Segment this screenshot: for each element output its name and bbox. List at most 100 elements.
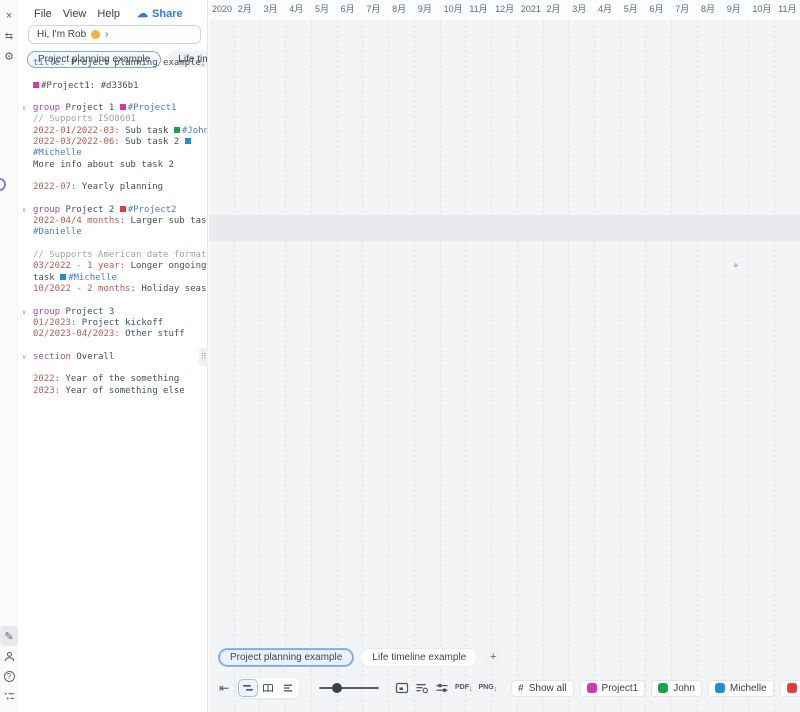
- code-line[interactable]: 10/2022 - 2 months: Holiday season: [18, 284, 199, 295]
- month-label: 8月: [389, 0, 415, 20]
- month-label: 11月: [466, 0, 492, 20]
- scroll-up-icon[interactable]: ▲: [200, 62, 206, 68]
- export-pdf-button[interactable]: PDF↓: [455, 684, 473, 693]
- month-label: 2020: [209, 0, 235, 20]
- code-line[interactable]: [18, 340, 199, 351]
- code-line[interactable]: 02/2023-04/2023: Other stuff: [18, 329, 199, 340]
- code-line[interactable]: 01/2023: Project kickoff: [18, 318, 199, 329]
- edit-pencil-icon[interactable]: ✎: [0, 626, 18, 646]
- legend-tag-project2[interactable]: Project2: [780, 680, 800, 697]
- zoom-slider[interactable]: [319, 682, 379, 694]
- code-line[interactable]: ∨group Project 2 #Project2: [18, 205, 199, 216]
- assistant-prompt-input[interactable]: Hi, I'm Rob ›: [28, 25, 201, 44]
- bottom-tab-1[interactable]: Life timeline example: [361, 649, 477, 666]
- month-label: 10月: [441, 0, 467, 20]
- month-column: [775, 20, 800, 712]
- goto-start-icon[interactable]: ⇤: [217, 681, 231, 695]
- export-png-button[interactable]: PNG↓: [479, 684, 498, 693]
- timeline-app: × ⇆ ⚙ ✎ ? File View Help ☁ Share: [0, 0, 800, 712]
- code-line[interactable]: ∨group Project 1 #Project1: [18, 103, 199, 114]
- person-icon[interactable]: [0, 646, 18, 666]
- code-line[interactable]: [18, 239, 199, 250]
- zoom-slider-thumb[interactable]: [332, 683, 342, 693]
- code-line[interactable]: 2023: Year of something else: [18, 386, 199, 397]
- tag-color-swatch: [60, 274, 66, 280]
- gear-icon[interactable]: ⚙: [0, 46, 18, 66]
- code-line[interactable]: More info about sub task 2: [18, 160, 199, 171]
- menu-help[interactable]: Help: [97, 8, 120, 20]
- legend-color-swatch: [715, 683, 725, 693]
- view-book-icon[interactable]: [259, 680, 277, 696]
- legend-tag-michelle[interactable]: Michelle: [708, 680, 774, 697]
- show-all-button[interactable]: # Show all: [511, 680, 573, 697]
- filter-settings-icon[interactable]: [415, 681, 429, 695]
- legend-tag-project1[interactable]: Project1: [580, 680, 646, 697]
- code-token: group: [33, 307, 60, 317]
- code-line[interactable]: #Project1: #d336b1: [18, 81, 199, 92]
- code-line[interactable]: #Michelle: [18, 148, 199, 159]
- adjust-sliders-icon[interactable]: [435, 681, 449, 695]
- code-line[interactable]: ∨ group Project 3: [18, 307, 199, 318]
- collapse-chevron-icon[interactable]: ∨: [22, 103, 26, 114]
- avatar[interactable]: [0, 178, 6, 191]
- code-line[interactable]: // Supports American date formats: [18, 250, 199, 261]
- code-line[interactable]: // Supports ISO8601: [18, 114, 199, 125]
- pane-resize-handle[interactable]: ⠿: [199, 348, 208, 366]
- add-event-hint[interactable]: +: [733, 261, 739, 272]
- code-line[interactable]: [18, 171, 199, 182]
- code-token: 10/2022 - 2 months:: [33, 284, 136, 294]
- code-token: #Project1: #d336b1: [41, 81, 139, 91]
- collapse-chevron-icon[interactable]: ∨: [22, 352, 26, 363]
- code-token: 03/2022 - 1 year:: [33, 261, 125, 271]
- code-line[interactable]: 2022-01/2022-03: Sub task #John: [18, 126, 199, 137]
- tag-color-swatch: [185, 138, 191, 144]
- code-line[interactable]: 2022-04/4 months: Larger sub task: [18, 216, 199, 227]
- bottom-tab-0[interactable]: Project planning example: [219, 649, 353, 666]
- month-label: 3月: [569, 0, 595, 20]
- code-line[interactable]: 03/2022 - 1 year: Longer ongoing: [18, 261, 199, 272]
- new-tab-button[interactable]: +: [485, 650, 501, 666]
- code-token: 01/2023:: [33, 318, 76, 328]
- code-line[interactable]: [18, 194, 199, 205]
- month-column: [646, 20, 672, 712]
- share-button[interactable]: ☁ Share: [137, 7, 183, 20]
- menu-view[interactable]: View: [63, 8, 87, 20]
- code-line[interactable]: 2022: Year of the something: [18, 374, 199, 385]
- outline-icon[interactable]: [0, 686, 18, 706]
- code-line[interactable]: task #Michelle: [18, 273, 199, 284]
- collapse-chevron-icon[interactable]: ∨: [22, 205, 26, 216]
- collapse-chevron-icon[interactable]: ∨: [22, 307, 26, 318]
- menu-file[interactable]: File: [34, 8, 52, 20]
- view-timeline-icon[interactable]: [239, 680, 257, 696]
- timeline-month-header: 20202月3月4月5月6月7月8月9月10月11月12月20212月3月4月5…: [209, 0, 800, 20]
- code-line[interactable]: ∨section Overall: [18, 352, 199, 363]
- legend-color-swatch: [587, 683, 597, 693]
- legend-label: John: [673, 683, 695, 694]
- code-token: task: [33, 273, 60, 283]
- code-line[interactable]: [18, 92, 199, 103]
- code-line[interactable]: [18, 363, 199, 374]
- month-column: [338, 20, 364, 712]
- legend-tag-john[interactable]: John: [651, 680, 702, 697]
- month-column: [749, 20, 775, 712]
- download-arrow-icon: ↓: [494, 686, 498, 693]
- code-editor[interactable]: title: Project planning example #Project1…: [18, 58, 199, 712]
- timeline-pane: 20202月3月4月5月6月7月8月9月10月11月12月20212月3月4月5…: [209, 0, 800, 712]
- left-rail: × ⇆ ⚙ ✎ ?: [0, 0, 18, 712]
- month-label: 11月: [775, 0, 800, 20]
- code-line[interactable]: [18, 295, 199, 306]
- month-column: [595, 20, 621, 712]
- undo-redo-icon[interactable]: ⇆: [0, 26, 18, 46]
- code-line[interactable]: [18, 69, 199, 80]
- close-icon[interactable]: ×: [0, 6, 18, 26]
- code-token: // Supports ISO8601: [33, 114, 136, 124]
- code-token: Project 3: [60, 307, 114, 317]
- code-line[interactable]: 2022-07: Yearly planning: [18, 182, 199, 193]
- help-icon[interactable]: ?: [0, 666, 18, 686]
- code-line[interactable]: 2022-03/2022-06: Sub task 2: [18, 137, 199, 148]
- code-token: #Michelle: [68, 273, 117, 283]
- view-list-icon[interactable]: [279, 680, 297, 696]
- code-line[interactable]: #Danielle: [18, 227, 199, 238]
- minimap-toggle-icon[interactable]: [395, 681, 409, 695]
- code-line[interactable]: title: Project planning example: [18, 58, 199, 69]
